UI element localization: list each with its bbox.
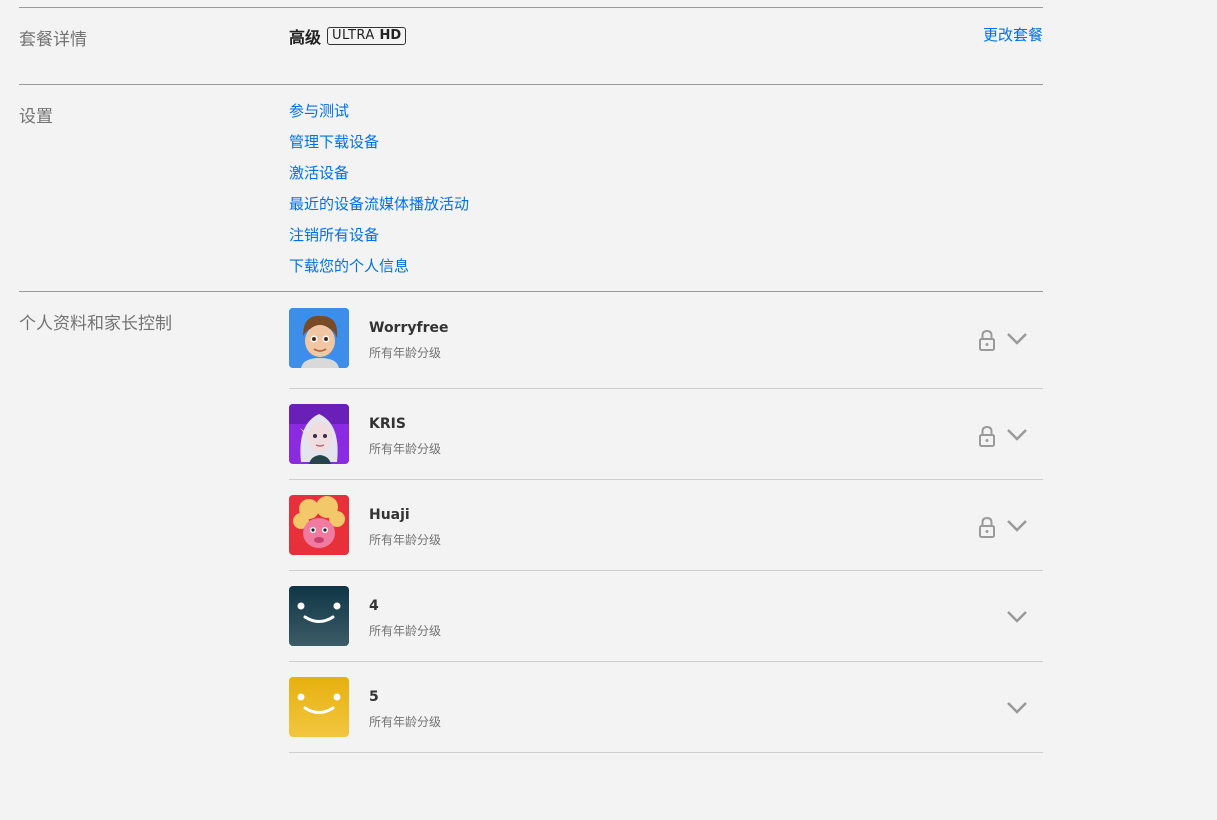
change-plan-link[interactable]: 更改套餐 (983, 24, 1043, 45)
profile-row[interactable]: KRIS 所有年龄分级 (289, 389, 1043, 480)
settings-link-sign-out-all-devices[interactable]: 注销所有设备 (289, 226, 379, 244)
chevron-down-icon[interactable] (1006, 610, 1028, 624)
plan-details-section: 套餐详情 高级 ULTRA HD 更改套餐 (19, 7, 1043, 85)
profile-row[interactable]: 5 所有年龄分级 (289, 662, 1043, 753)
pink-creature-avatar (289, 495, 349, 555)
settings-link-recent-streaming-activity[interactable]: 最近的设备流媒体播放活动 (289, 195, 469, 213)
plan-name-text: 高级 (289, 28, 322, 47)
profile-rating: 所有年龄分级 (369, 624, 442, 638)
smiley-dark-teal-avatar (289, 586, 349, 646)
profile-name: 4 (369, 598, 379, 614)
cartoon-boy-avatar (289, 308, 349, 368)
chevron-down-icon[interactable] (1006, 519, 1028, 533)
profile-rating: 所有年龄分级 (369, 715, 442, 729)
account-page: 套餐详情 高级 ULTRA HD 更改套餐 设置 参与测试 管理下载设备 激活设… (0, 0, 1217, 820)
lock-icon (979, 329, 995, 351)
chevron-down-icon[interactable] (1006, 332, 1028, 346)
profile-name: 5 (369, 689, 379, 705)
settings-link-manage-download-devices[interactable]: 管理下载设备 (289, 133, 379, 151)
profile-row[interactable]: 4 所有年龄分级 (289, 571, 1043, 662)
settings-link-list: 参与测试 管理下载设备 激活设备 最近的设备流媒体播放活动 注销所有设备 下载您… (289, 101, 469, 287)
elf-girl-avatar (289, 404, 349, 464)
settings-link-download-personal-info[interactable]: 下载您的个人信息 (289, 257, 409, 275)
smiley-yellow-avatar (289, 677, 349, 737)
settings-link-test-participation[interactable]: 参与测试 (289, 102, 349, 120)
profiles-section-title: 个人资料和家长控制 (19, 314, 172, 334)
profile-row[interactable]: Huaji 所有年龄分级 (289, 480, 1043, 571)
settings-section: 设置 参与测试 管理下载设备 激活设备 最近的设备流媒体播放活动 注销所有设备 … (19, 84, 1043, 292)
profile-rating: 所有年龄分级 (369, 533, 442, 547)
settings-section-title: 设置 (19, 107, 53, 127)
profile-name: Huaji (369, 507, 410, 523)
chevron-down-icon[interactable] (1006, 428, 1028, 442)
ultra-hd-badge: ULTRA HD (327, 27, 407, 45)
chevron-down-icon[interactable] (1006, 701, 1028, 715)
profile-name: Worryfree (369, 320, 449, 336)
lock-icon (979, 425, 995, 447)
badge-ultra-text: ULTRA (332, 28, 375, 43)
plan-name: 高级 ULTRA HD (289, 24, 407, 48)
badge-hd-text: HD (379, 28, 402, 43)
plan-section-title: 套餐详情 (19, 30, 87, 50)
settings-link-activate-device[interactable]: 激活设备 (289, 164, 349, 182)
profile-rating: 所有年龄分级 (369, 346, 442, 360)
profile-name: KRIS (369, 416, 406, 432)
profiles-section: 个人资料和家长控制 Worryfree 所有年龄分级 KRIS 所有年龄分级 H… (19, 291, 1043, 772)
lock-icon (979, 516, 995, 538)
profile-row[interactable]: Worryfree 所有年龄分级 (289, 292, 1043, 389)
profile-rating: 所有年龄分级 (369, 442, 442, 456)
